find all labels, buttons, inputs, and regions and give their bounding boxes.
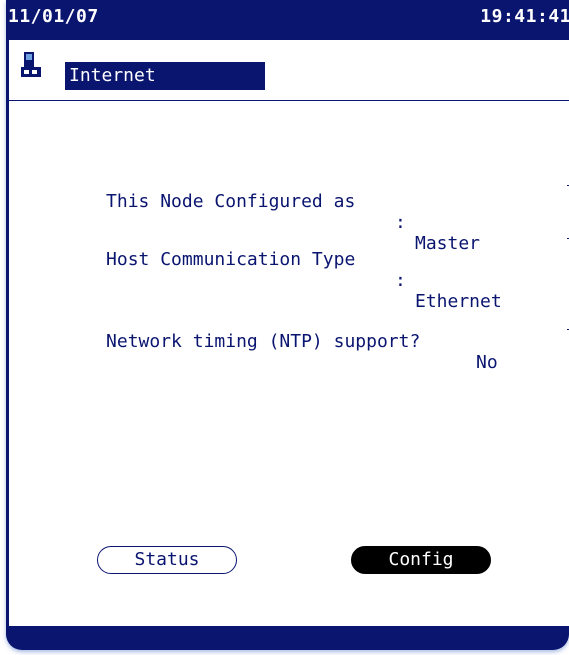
config-button[interactable]: Config [351, 546, 491, 574]
setting-value[interactable]: Ethernet [415, 291, 502, 312]
title-bar: Internet [9, 40, 569, 101]
setting-separator: : [395, 212, 406, 233]
status-bar: 11/01/07 19:41:41 [6, 0, 569, 40]
status-date: 11/01/07 [8, 6, 99, 27]
device-node-icon [21, 52, 41, 77]
setting-value[interactable]: No [476, 352, 498, 373]
setting-separator: : [395, 270, 406, 291]
status-button[interactable]: Status [97, 546, 237, 574]
main-screen: Internet This Node Configured as : Maste… [9, 40, 569, 626]
setting-ntp-support: Network timing (NTP) support? No [41, 310, 498, 394]
page-title: Internet [65, 62, 265, 90]
status-time: 19:41:41 [480, 6, 569, 27]
setting-label: This Node Configured as [106, 191, 356, 212]
device-frame: 11/01/07 19:41:41 Internet This Node Con… [6, 0, 569, 650]
setting-label: Network timing (NTP) support? [106, 331, 421, 352]
setting-label: Host Communication Type [106, 249, 356, 270]
setting-value[interactable]: Master [415, 233, 480, 254]
